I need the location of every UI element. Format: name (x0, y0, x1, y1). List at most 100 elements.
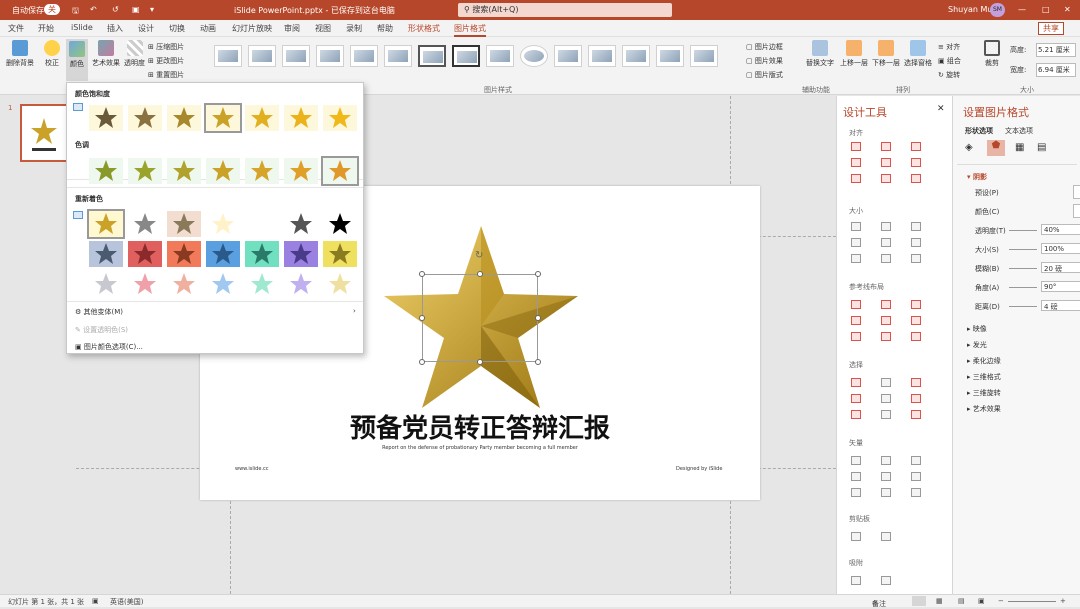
tab-home[interactable]: 开始 (38, 23, 54, 34)
design-tool-icon[interactable] (851, 222, 861, 231)
resize-handle[interactable] (419, 315, 425, 321)
design-tool-icon[interactable] (881, 238, 891, 247)
style-thumb[interactable] (418, 45, 446, 67)
color-variation-swatch[interactable] (284, 241, 318, 267)
resize-handle[interactable] (477, 359, 483, 365)
distance-input[interactable]: 4 磅 (1041, 300, 1080, 311)
compress-button[interactable]: ⊞ 压缩图片 (148, 42, 184, 52)
remove-background-button[interactable]: 删除背景 (6, 40, 34, 68)
style-thumb[interactable] (282, 45, 310, 67)
design-tool-icon[interactable] (911, 472, 921, 481)
restore-button[interactable]: □ (1042, 5, 1050, 14)
color-variation-swatch[interactable] (245, 271, 279, 297)
design-tool-icon[interactable] (911, 142, 921, 151)
transparency-button[interactable]: 透明度 (124, 40, 145, 68)
color-variation-swatch[interactable] (284, 271, 318, 297)
design-tool-icon[interactable] (851, 158, 861, 167)
design-tool-icon[interactable] (881, 316, 891, 325)
zoom-slider[interactable] (1008, 601, 1056, 602)
color-variation-swatch[interactable] (167, 271, 201, 297)
design-tool-icon[interactable] (881, 488, 891, 497)
width-input[interactable]: 6.94 厘米 (1036, 63, 1076, 77)
color-variation-swatch[interactable] (167, 211, 201, 237)
tab-view[interactable]: 视图 (315, 23, 331, 34)
artistic-effects-button[interactable]: 艺术效果 (92, 40, 120, 68)
color-variation-swatch[interactable] (323, 211, 357, 237)
reflection-section[interactable]: ▸ 映像 (967, 324, 987, 334)
design-tool-icon[interactable] (911, 332, 921, 341)
design-tool-icon[interactable] (851, 576, 861, 585)
design-tool-icon[interactable] (881, 456, 891, 465)
color-button[interactable]: 颜色 (66, 39, 88, 81)
tab-review[interactable]: 审阅 (284, 23, 300, 34)
style-thumb[interactable] (622, 45, 650, 67)
selection-box[interactable] (422, 274, 538, 362)
shadow-section[interactable]: ▾ 阴影 (967, 172, 987, 182)
distance-slider[interactable] (1009, 306, 1037, 307)
avatar[interactable]: SM (990, 3, 1005, 17)
artistic-effects-section[interactable]: ▸ 艺术效果 (967, 404, 1001, 414)
picture-border-button[interactable]: ▢ 图片边框 (746, 42, 783, 52)
color-variation-swatch[interactable] (245, 105, 279, 131)
color-variation-swatch[interactable] (206, 211, 240, 237)
design-tool-icon[interactable] (911, 488, 921, 497)
reset-picture-button[interactable]: ⊞ 重置图片 (148, 70, 184, 80)
design-tool-icon[interactable] (911, 174, 921, 183)
save-icon[interactable]: 🖫 (72, 5, 79, 19)
design-tool-icon[interactable] (881, 142, 891, 151)
color-variation-swatch[interactable] (321, 156, 359, 186)
corrections-button[interactable]: 校正 (44, 40, 60, 68)
tab-islide[interactable]: iSlide (71, 23, 93, 32)
design-tool-icon[interactable] (881, 300, 891, 309)
design-tool-icon[interactable] (881, 254, 891, 263)
style-thumb[interactable] (588, 45, 616, 67)
send-backward-button[interactable]: 下移一层 (872, 40, 900, 68)
style-thumb[interactable] (214, 45, 242, 67)
color-variation-swatch[interactable] (128, 158, 162, 184)
design-tool-icon[interactable] (911, 316, 921, 325)
style-thumb[interactable] (316, 45, 344, 67)
size-input[interactable]: 100% (1041, 243, 1080, 254)
design-tool-icon[interactable] (851, 316, 861, 325)
transparency-input[interactable]: 40% (1041, 224, 1080, 235)
group-button[interactable]: ▣ 组合 (938, 56, 961, 66)
design-tool-icon[interactable] (881, 576, 891, 585)
crop-button[interactable]: 裁剪 (984, 40, 1000, 68)
color-dropdown-button[interactable] (1073, 204, 1080, 218)
color-variation-swatch[interactable] (284, 211, 318, 237)
glow-section[interactable]: ▸ 发光 (967, 340, 987, 350)
design-tool-icon[interactable] (911, 410, 921, 419)
color-variation-swatch[interactable] (167, 241, 201, 267)
design-tool-icon[interactable] (881, 158, 891, 167)
alt-text-button[interactable]: 替换文字 (806, 40, 834, 68)
design-tool-icon[interactable] (851, 456, 861, 465)
design-tool-icon[interactable] (851, 254, 861, 263)
design-close-icon[interactable]: ✕ (937, 104, 945, 114)
color-variation-swatch[interactable] (128, 105, 162, 131)
design-tool-icon[interactable] (911, 456, 921, 465)
angle-slider[interactable] (1009, 287, 1037, 288)
color-variation-swatch[interactable] (128, 211, 162, 237)
redo-icon[interactable]: ↺ (112, 5, 119, 14)
minimize-button[interactable]: — (1018, 5, 1026, 14)
3d-format-section[interactable]: ▸ 三维格式 (967, 372, 1001, 382)
style-thumb[interactable] (656, 45, 684, 67)
size-slider[interactable] (1009, 249, 1037, 250)
design-tool-icon[interactable] (911, 238, 921, 247)
color-variation-swatch[interactable] (89, 271, 123, 297)
color-variation-swatch[interactable] (128, 241, 162, 267)
search-box[interactable]: ⚲ 搜索(Alt+Q) (458, 3, 672, 17)
align-button[interactable]: ≡ 对齐 (938, 42, 960, 52)
design-tool-icon[interactable] (911, 378, 921, 387)
color-variation-swatch[interactable] (167, 158, 201, 184)
height-input[interactable]: 5.21 厘米 (1036, 43, 1076, 57)
language[interactable]: 英语(美国) (110, 597, 143, 607)
design-tool-icon[interactable] (851, 174, 861, 183)
color-variation-swatch[interactable] (89, 158, 123, 184)
preset-dropdown[interactable] (1073, 185, 1080, 199)
style-thumb[interactable] (384, 45, 412, 67)
color-variation-swatch[interactable] (167, 105, 201, 131)
design-tool-icon[interactable] (881, 332, 891, 341)
style-thumb[interactable] (520, 45, 548, 67)
style-thumb[interactable] (554, 45, 582, 67)
